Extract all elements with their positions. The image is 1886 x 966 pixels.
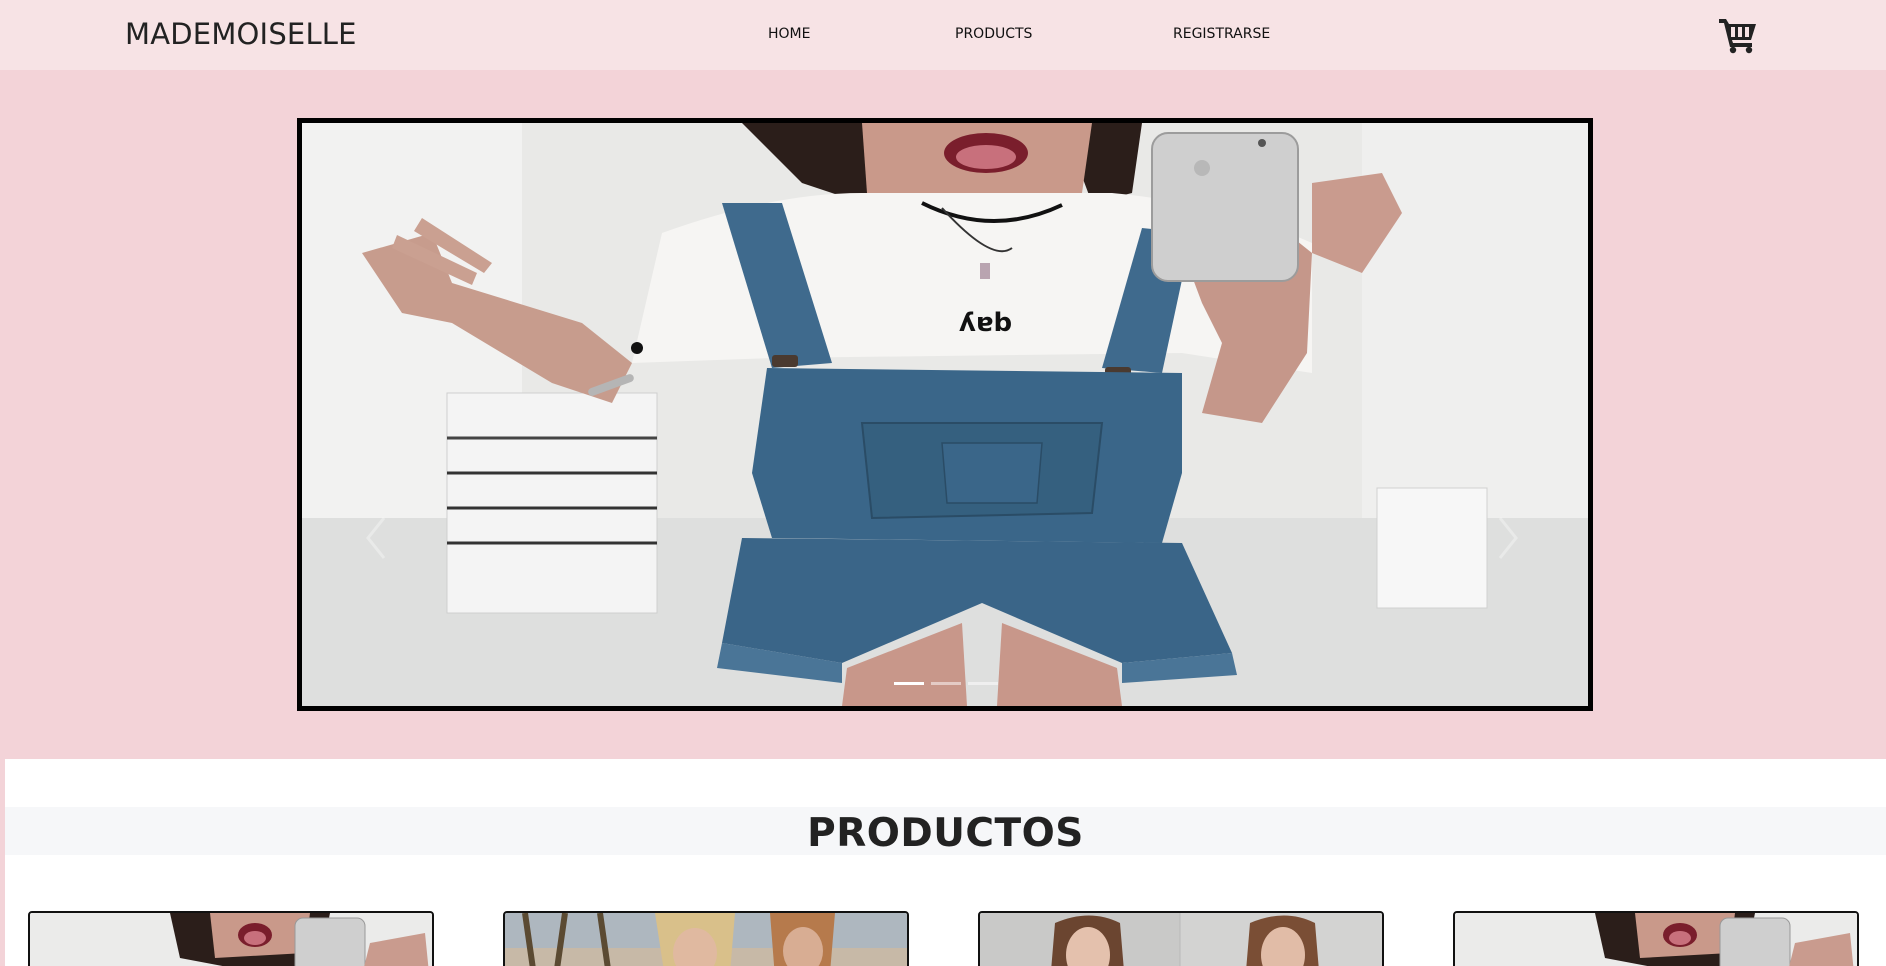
product-image-2: [505, 913, 907, 966]
brand-logo[interactable]: MADEMOISELLE: [125, 17, 357, 51]
carousel-indicators: [894, 682, 998, 685]
products-section: PRODUCTOS: [5, 759, 1886, 966]
carousel-indicator-2[interactable]: [931, 682, 961, 685]
carousel-indicator-1[interactable]: [894, 682, 924, 685]
product-card-4[interactable]: [1453, 911, 1859, 966]
products-heading: PRODUCTOS: [807, 811, 1084, 856]
product-image-4: [1455, 913, 1857, 966]
product-card-1[interactable]: [28, 911, 434, 966]
carousel-indicator-3[interactable]: [968, 682, 998, 685]
product-card-2[interactable]: [503, 911, 909, 966]
svg-text:ʎɐb: ʎɐb: [959, 308, 1012, 338]
hero-carousel[interactable]: ʎɐb: [297, 118, 1593, 711]
carousel-next-arrow[interactable]: [1492, 513, 1522, 563]
nav-link-products[interactable]: PRODUCTS: [955, 26, 1032, 42]
shopping-cart-icon[interactable]: [1718, 16, 1758, 54]
product-image-3: [980, 913, 1382, 966]
navbar: MADEMOISELLE HOME PRODUCTS REGISTRARSE: [0, 0, 1886, 70]
product-image-1: [30, 913, 432, 966]
carousel-prev-arrow[interactable]: [362, 513, 392, 563]
nav-link-register[interactable]: REGISTRARSE: [1173, 26, 1270, 42]
nav-link-home[interactable]: HOME: [768, 26, 810, 42]
product-card-3[interactable]: [978, 911, 1384, 966]
carousel-slide-image: ʎɐb: [302, 123, 1588, 706]
